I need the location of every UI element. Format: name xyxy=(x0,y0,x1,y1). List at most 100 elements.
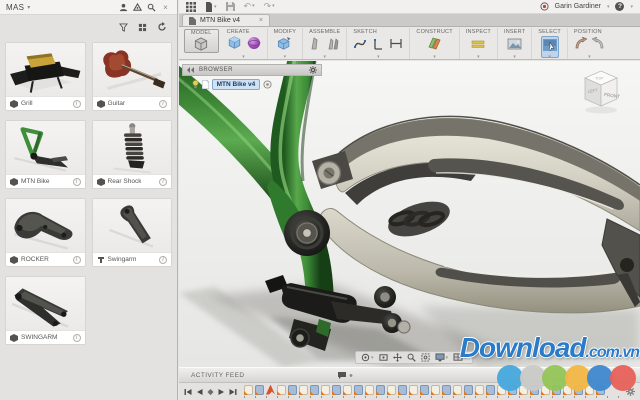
timeline-feature-blue-icon[interactable] xyxy=(354,385,363,395)
timeline-feature-blue-icon[interactable] xyxy=(398,385,407,395)
save-icon[interactable] xyxy=(226,2,235,11)
data-item-swingarm-assembly[interactable]: SWINGARM i xyxy=(5,276,86,345)
ribbon-group-caret[interactable]: ▾ xyxy=(433,55,436,60)
share-icon[interactable] xyxy=(132,2,143,13)
component-color-swatch-icon[interactable] xyxy=(263,80,272,89)
ribbon-group-caret[interactable]: ▾ xyxy=(548,55,551,60)
fit-icon[interactable] xyxy=(421,353,430,362)
data-item-mtn-bike[interactable]: MTN Bike i xyxy=(5,120,86,189)
viewcube[interactable]: FRONT LEFT TOP xyxy=(578,67,624,117)
collapse-left-icon[interactable] xyxy=(187,67,195,73)
play-forward-icon[interactable] xyxy=(218,388,225,396)
grid-view-icon[interactable] xyxy=(137,22,148,33)
expand-arrow-icon[interactable]: ▷ xyxy=(184,81,189,88)
browser-root-row[interactable]: ▷ MTN Bike v4 xyxy=(182,76,322,93)
sketch-spline-icon[interactable] xyxy=(353,37,367,55)
timeline-feature-blue-icon[interactable] xyxy=(310,385,319,395)
ribbon-group-caret[interactable]: ▾ xyxy=(242,55,245,60)
timeline-feature-cream-icon[interactable] xyxy=(475,385,484,395)
sketch-line-icon[interactable] xyxy=(372,37,384,55)
timeline-feature-cream-icon[interactable] xyxy=(321,385,330,395)
timeline-feature-cream-icon[interactable] xyxy=(343,385,352,395)
joint-icon[interactable] xyxy=(327,36,340,55)
ribbon-group-caret[interactable]: ▾ xyxy=(324,55,327,60)
info-icon[interactable]: i xyxy=(73,334,81,342)
info-icon[interactable]: i xyxy=(73,178,81,186)
timeline-feature-red-icon[interactable] xyxy=(266,385,275,395)
document-tab[interactable]: MTN Bike v4 × xyxy=(182,14,270,26)
capture-position-icon[interactable] xyxy=(574,37,587,55)
construction-plane-icon[interactable] xyxy=(427,36,442,55)
timeline-feature-blue-icon[interactable] xyxy=(420,385,429,395)
ribbon-group-caret[interactable]: ▾ xyxy=(513,55,516,60)
timeline-feature-blue-icon[interactable] xyxy=(376,385,385,395)
file-menu-icon[interactable]: ▾ xyxy=(205,2,217,12)
timeline-feature-cream-icon[interactable] xyxy=(409,385,418,395)
timeline-feature-blue-icon[interactable] xyxy=(288,385,297,395)
step-back-icon[interactable] xyxy=(196,388,203,396)
ribbon-group-caret[interactable]: ▾ xyxy=(588,55,591,60)
info-icon[interactable]: i xyxy=(159,178,167,186)
chevron-down-icon[interactable]: ▾ xyxy=(27,4,30,11)
record-icon[interactable] xyxy=(540,2,549,11)
timeline-feature-blue-icon[interactable] xyxy=(486,385,495,395)
display-settings-icon[interactable]: ▾ xyxy=(435,353,449,362)
create-form-icon[interactable] xyxy=(247,36,261,55)
timeline-feature-cream-icon[interactable] xyxy=(299,385,308,395)
browser-settings-gear-icon[interactable] xyxy=(309,66,317,74)
undo-icon[interactable]: ↶▾ xyxy=(244,2,255,11)
timeline-feature-blue-icon[interactable] xyxy=(442,385,451,395)
user-account-button[interactable]: Garin Gardiner xyxy=(555,3,601,10)
press-pull-icon[interactable] xyxy=(277,36,292,55)
data-item-grill[interactable]: Grill i xyxy=(5,42,86,111)
close-panel-icon[interactable]: × xyxy=(160,2,171,13)
pan-icon[interactable] xyxy=(393,353,402,362)
timeline-feature-blue-icon[interactable] xyxy=(255,385,264,395)
project-title[interactable]: MAS xyxy=(6,3,24,12)
info-icon[interactable]: i xyxy=(73,256,81,264)
orbit-icon[interactable]: ▾ xyxy=(361,353,374,362)
data-item-rear-shock[interactable]: Rear Shock i xyxy=(92,120,173,189)
browser-panel-header[interactable]: BROWSER xyxy=(182,64,322,76)
comment-icon[interactable] xyxy=(338,372,346,379)
visibility-bulb-icon[interactable] xyxy=(192,80,199,89)
timeline-feature-blue-icon[interactable] xyxy=(464,385,473,395)
info-icon[interactable]: i xyxy=(73,100,81,108)
revert-position-icon[interactable] xyxy=(592,37,605,55)
search-icon[interactable] xyxy=(146,2,157,13)
workspace-switcher[interactable]: MODEL xyxy=(184,29,219,53)
current-position-icon[interactable] xyxy=(207,388,214,396)
timeline-feature-cream-icon[interactable] xyxy=(387,385,396,395)
help-button[interactable]: ? xyxy=(615,2,624,11)
filter-icon[interactable] xyxy=(118,22,129,33)
timeline-feature-blue-icon[interactable] xyxy=(332,385,341,395)
info-icon[interactable]: i xyxy=(159,256,167,264)
data-item-guitar[interactable]: Guitar i xyxy=(92,42,173,111)
timeline-feature-cream-icon[interactable] xyxy=(431,385,440,395)
ribbon-group-caret[interactable]: ▾ xyxy=(377,55,380,60)
sketch-dimension-icon[interactable] xyxy=(389,37,403,55)
timeline-feature-cream-icon[interactable] xyxy=(244,385,253,395)
viewport-3d[interactable]: BROWSER ▷ MTN Bike v4 xyxy=(179,61,640,367)
person-icon[interactable] xyxy=(118,2,129,13)
data-item-swingarm-part[interactable]: Swingarm i xyxy=(92,198,173,267)
redo-icon[interactable]: ↷▾ xyxy=(264,2,275,11)
ribbon-group-caret[interactable]: ▾ xyxy=(477,55,480,60)
look-at-icon[interactable] xyxy=(379,353,388,362)
attached-canvas-icon[interactable] xyxy=(507,37,522,55)
new-component-icon[interactable] xyxy=(309,36,322,55)
create-box-icon[interactable] xyxy=(227,36,242,55)
ribbon-group-caret[interactable]: ▾ xyxy=(284,55,287,60)
timeline-feature-cream-icon[interactable] xyxy=(453,385,462,395)
go-to-start-icon[interactable] xyxy=(184,388,192,396)
measure-icon[interactable] xyxy=(471,37,485,55)
browser-root-label[interactable]: MTN Bike v4 xyxy=(212,79,261,90)
tab-close-icon[interactable]: × xyxy=(259,17,263,25)
refresh-icon[interactable] xyxy=(156,22,167,33)
zoom-icon[interactable] xyxy=(407,353,416,362)
go-to-end-icon[interactable] xyxy=(229,388,237,396)
timeline-feature-cream-icon[interactable] xyxy=(277,385,286,395)
data-item-rocker[interactable]: ROCKER i xyxy=(5,198,86,267)
app-grid-icon[interactable] xyxy=(186,2,196,12)
info-icon[interactable]: i xyxy=(159,100,167,108)
